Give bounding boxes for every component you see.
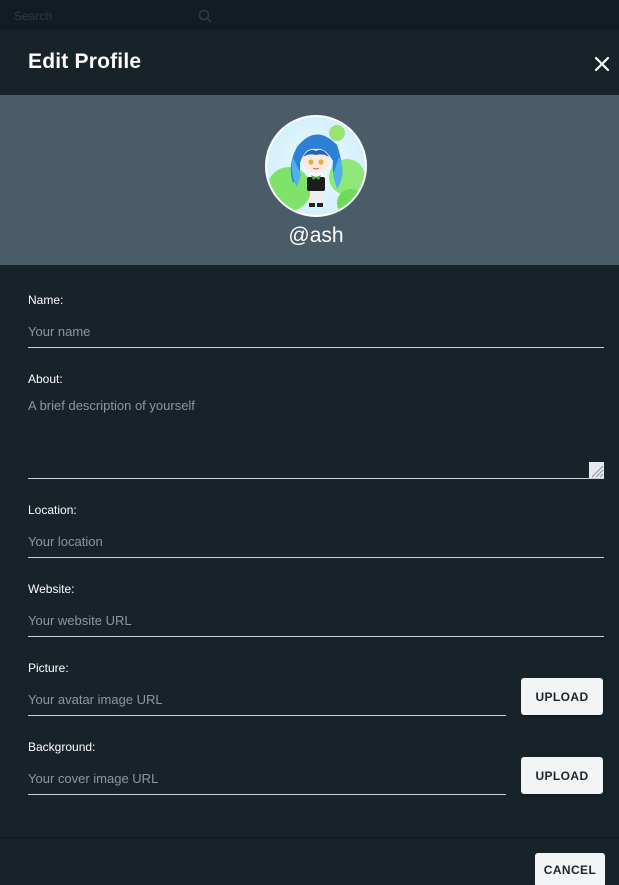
website-input[interactable]	[28, 605, 604, 637]
picture-label: Picture:	[28, 661, 69, 675]
cancel-button[interactable]: CANCEL	[535, 853, 605, 885]
profile-banner: @ash	[0, 95, 619, 265]
location-input[interactable]	[28, 526, 604, 558]
dialog-header: Edit Profile	[0, 30, 619, 96]
avatar-image	[267, 117, 365, 215]
profile-username: @ash	[288, 224, 344, 247]
dialog-title: Edit Profile	[28, 50, 142, 73]
picture-upload-button[interactable]: UPLOAD	[521, 678, 603, 715]
dialog-footer: CANCEL	[0, 837, 619, 885]
website-label: Website:	[28, 582, 75, 596]
picture-url-input[interactable]	[28, 684, 506, 716]
name-input[interactable]	[28, 316, 604, 348]
location-label: Location:	[28, 503, 77, 517]
avatar	[265, 115, 367, 217]
name-label: Name:	[28, 293, 64, 307]
edit-profile-page: Search Edit Profile @ash Name: Your name…	[0, 0, 619, 885]
about-label: About:	[28, 372, 63, 386]
background-label: Background:	[28, 740, 96, 754]
search-icon	[198, 9, 212, 23]
about-textarea[interactable]	[28, 396, 604, 479]
background-search-text: Search	[14, 9, 53, 23]
close-icon[interactable]	[590, 52, 614, 76]
background-search-bar: Search	[0, 0, 619, 30]
background-url-input[interactable]	[28, 763, 506, 795]
resize-handle-icon[interactable]	[589, 462, 604, 478]
background-upload-button[interactable]: UPLOAD	[521, 757, 603, 794]
